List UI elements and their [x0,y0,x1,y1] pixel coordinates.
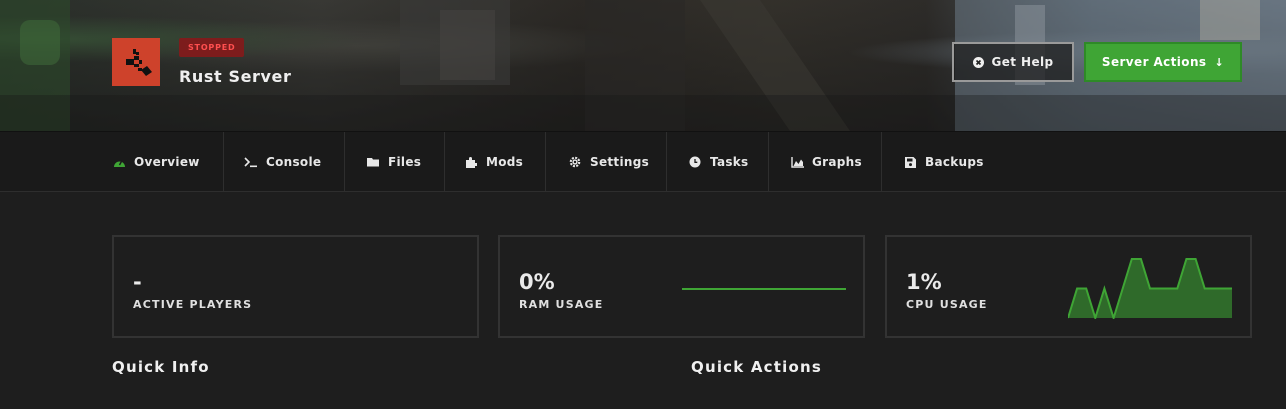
tab-divider [545,132,546,192]
tab-label: Graphs [812,155,862,169]
area-chart-icon [790,155,804,169]
arrow-down-icon: ↓ [1214,55,1225,69]
tab-label: Overview [134,155,200,169]
tab-divider [881,132,882,192]
server-name: Rust Server [179,67,292,86]
get-help-button[interactable]: Get Help [952,42,1074,82]
tab-divider [344,132,345,192]
server-header: STOPPED Rust Server Get Help Server Acti… [0,0,1286,131]
tab-label: Settings [590,155,650,169]
ram-usage-card: 0% RAM USAGE [498,235,865,338]
tab-settings[interactable]: Settings [568,132,649,192]
tab-divider [666,132,667,192]
ram-sparkline [682,288,846,290]
tab-label: Files [388,155,422,169]
gear-icon [568,155,582,169]
dashboard-icon [112,155,126,169]
tab-overview[interactable]: Overview [112,132,200,192]
quick-actions-heading: Quick Actions [691,358,822,376]
tab-backups[interactable]: Backups [903,132,984,192]
tab-graphs[interactable]: Graphs [790,132,862,192]
server-actions-label: Server Actions [1101,55,1207,69]
cpu-sparkline [1068,258,1232,319]
status-badge: STOPPED [179,38,245,57]
tab-files[interactable]: Files [366,132,421,192]
cpu-usage-value: 1% [906,270,942,294]
tab-mods[interactable]: Mods [464,132,523,192]
clock-icon [688,155,702,169]
tab-divider [223,132,224,192]
folder-icon [366,155,380,169]
tab-tasks[interactable]: Tasks [688,132,749,192]
tab-label: Tasks [710,155,749,169]
tab-divider [444,132,445,192]
get-help-label: Get Help [991,55,1054,69]
cpu-usage-label: CPU USAGE [906,298,988,311]
server-nav: Overview Console Files Mods Settings Tas… [0,131,1286,192]
active-players-label: ACTIVE PLAYERS [133,298,253,311]
ram-usage-label: RAM USAGE [519,298,604,311]
server-actions-button[interactable]: Server Actions ↓ [1084,42,1242,82]
active-players-card: - ACTIVE PLAYERS [112,235,479,338]
close-circle-icon [972,56,984,68]
rust-logo-icon [112,38,160,86]
active-players-value: - [133,270,142,294]
tab-console[interactable]: Console [244,132,321,192]
save-icon [903,155,917,169]
cpu-usage-card: 1% CPU USAGE [885,235,1252,338]
ram-usage-value: 0% [519,270,555,294]
tab-divider [768,132,769,192]
tab-label: Console [266,155,322,169]
tab-label: Mods [486,155,524,169]
quick-info-heading: Quick Info [112,358,210,376]
puzzle-icon [464,155,478,169]
tab-label: Backups [925,155,984,169]
terminal-icon [244,155,258,169]
